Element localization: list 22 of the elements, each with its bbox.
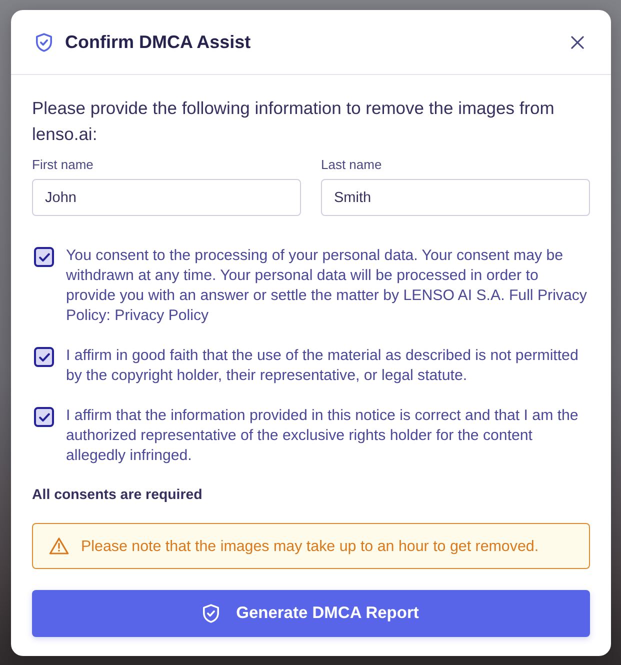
text-input[interactable]: John	[32, 179, 301, 216]
checkbox[interactable]	[34, 347, 54, 367]
check-icon	[38, 252, 50, 262]
check-icon	[38, 352, 50, 362]
text-input[interactable]: Smith	[321, 179, 590, 216]
intro-text: Please provide the following information to remove the images from lenso.ai:	[32, 97, 556, 146]
warning-text: Please note that the images may take up to an hour to get removed.	[81, 538, 539, 554]
close-icon[interactable]	[571, 36, 584, 48]
generate-report-button[interactable]: Generate DMCA Report	[32, 590, 590, 637]
consent-text: I affirm in good faith that the use of the material as described is not permitted by the copyright holder, their representative, or legal statute.	[66, 346, 580, 386]
checkbox[interactable]	[34, 247, 54, 267]
shield-check-icon	[36, 32, 52, 52]
warning-icon	[49, 537, 69, 555]
consent-text: I affirm that the information provided in this notice is correct and that I am the authorized representative of the exclusive rights holder for the content allegedly infringed.	[66, 406, 580, 466]
checkbox[interactable]	[34, 407, 54, 427]
requirement-note: All consents are required	[32, 487, 204, 503]
field-label: First name	[32, 157, 94, 173]
dialog-title: Confirm DMCA Assist	[65, 32, 252, 52]
consent-text: You consent to the processing of your personal data. Your consent may be withdrawn at any time. Your personal data will be processed in order to provide you with an answer or settle the matter by LENSO AI S.A. Full Privacy Policy: Privacy Policy	[66, 246, 588, 326]
field-label: Last name	[321, 157, 383, 173]
shield-check-icon	[203, 604, 220, 623]
check-icon	[38, 412, 50, 422]
